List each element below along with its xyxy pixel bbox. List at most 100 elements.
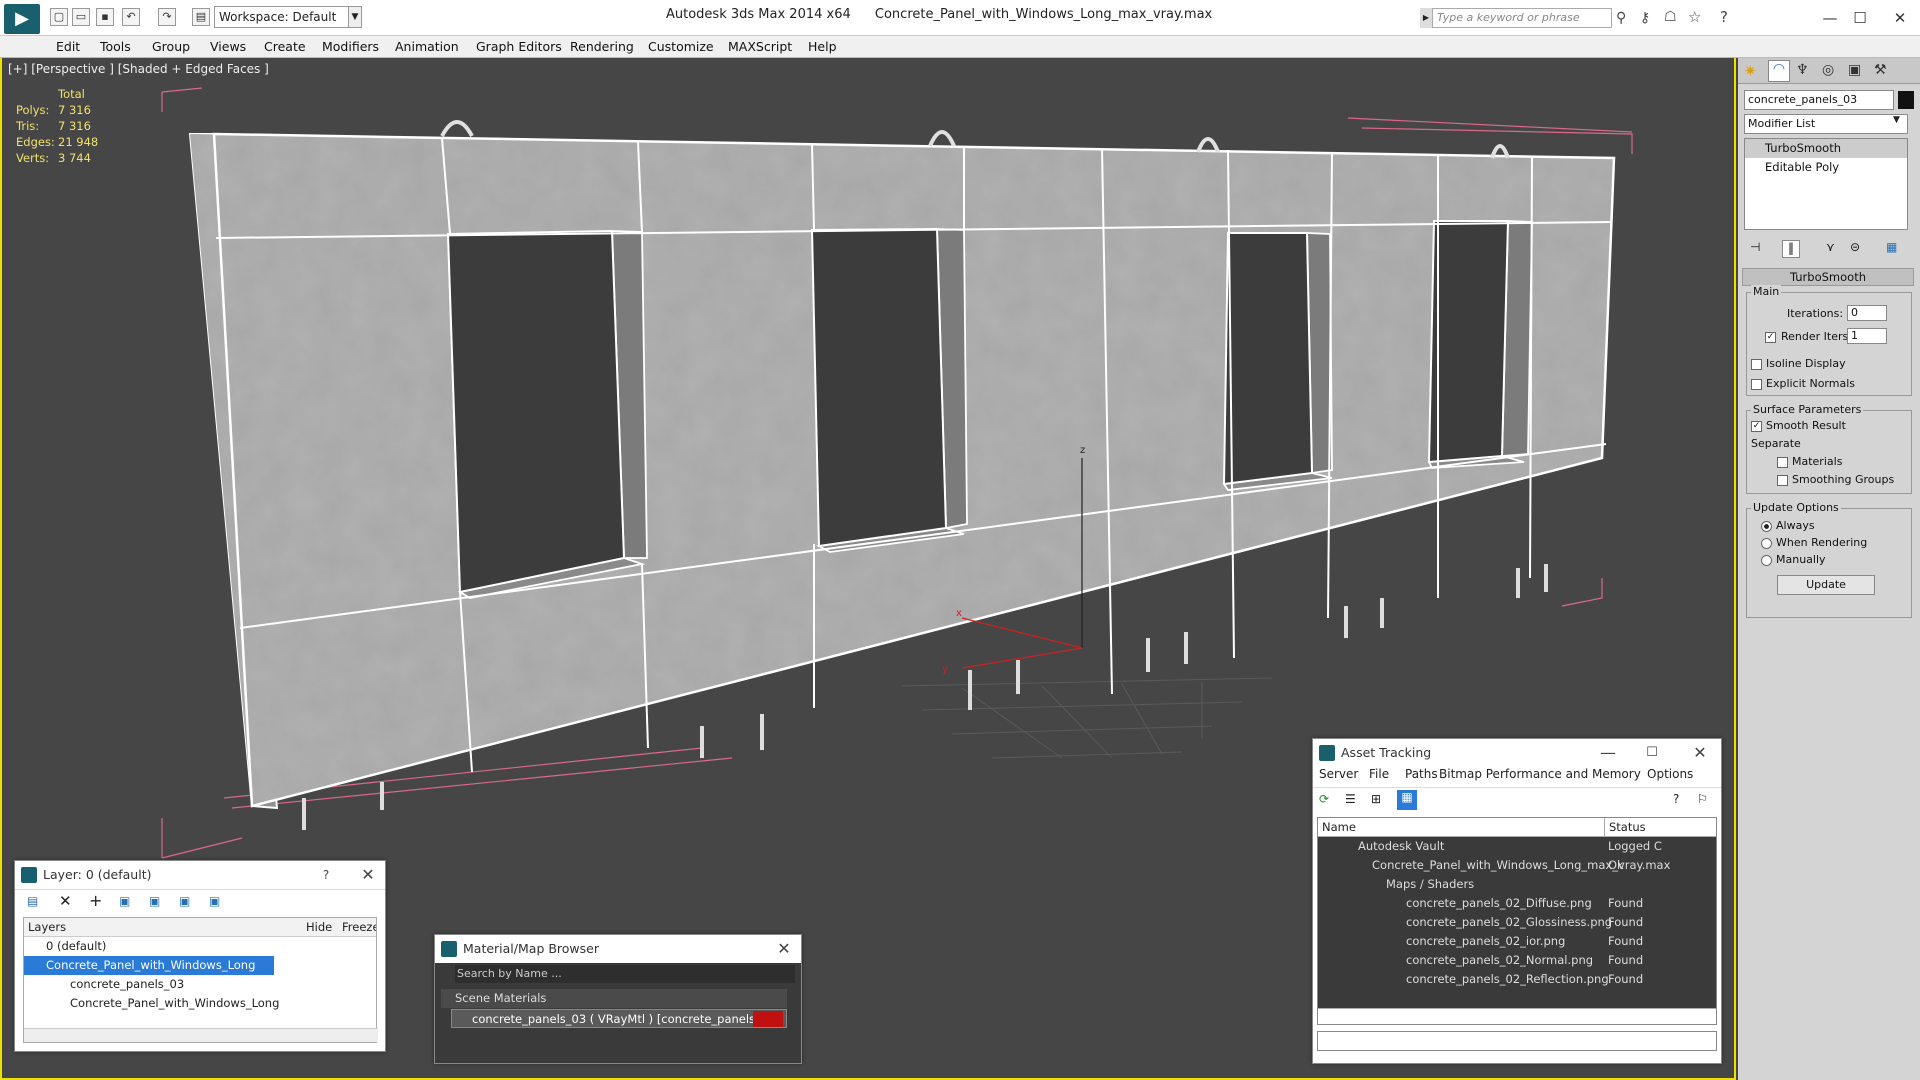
col-name[interactable]: Name <box>1318 820 1356 834</box>
pin-stack-icon[interactable]: ⊣ <box>1750 240 1760 254</box>
scene-materials-section[interactable]: Scene Materials <box>441 989 787 1008</box>
turbosmooth-rollout[interactable]: TurboSmooth <box>1742 268 1914 286</box>
asset-tracking-title[interactable]: Asset Tracking — ☐ ✕ <box>1313 739 1721 767</box>
utilities-tab-icon[interactable]: ⚒ <box>1874 62 1887 78</box>
object-color-swatch[interactable] <box>1898 91 1914 109</box>
manually-radio[interactable] <box>1761 554 1772 566</box>
refresh-icon[interactable]: ⟳ <box>1319 792 1329 806</box>
modifier-stack[interactable]: TurboSmooth Editable Poly <box>1744 138 1908 230</box>
smooth-result-checkbox[interactable]: ✓ <box>1751 420 1762 432</box>
iterations-spinner[interactable]: 0 <box>1847 305 1887 321</box>
list-view-icon[interactable]: ☰ <box>1345 792 1356 806</box>
delete-layer-icon[interactable]: ✕ <box>59 892 72 910</box>
render-iters-spinner[interactable]: 1 <box>1847 328 1887 344</box>
favorites-star-icon[interactable]: ☆ <box>1688 8 1701 26</box>
show-end-result-icon[interactable]: ‖ <box>1782 240 1800 258</box>
asset-menu-file[interactable]: File <box>1369 767 1389 781</box>
communication-icon[interactable]: ☖ <box>1664 9 1677 25</box>
motion-tab-icon[interactable]: ◎ <box>1822 62 1834 78</box>
create-tab-icon[interactable]: ✷ <box>1744 62 1757 80</box>
smoothing-groups-checkbox[interactable] <box>1777 474 1788 486</box>
close-icon[interactable]: ✕ <box>353 861 383 889</box>
asset-row[interactable]: Maps / Shaders <box>1318 875 1716 894</box>
project-icon[interactable]: ▤ <box>192 8 210 26</box>
select-in-layer-icon[interactable]: ▣ <box>119 894 130 908</box>
stack-item-editable-poly[interactable]: Editable Poly <box>1745 158 1907 177</box>
asset-row[interactable]: concrete_panels_02_ior.png Found <box>1318 932 1716 951</box>
workspace-chevron-icon[interactable]: ▼ <box>348 6 362 28</box>
modifier-list-dropdown[interactable]: Modifier List <box>1744 114 1908 134</box>
always-radio[interactable] <box>1761 520 1772 532</box>
close-icon[interactable]: ✕ <box>769 935 799 963</box>
menu-group[interactable]: Group <box>152 39 190 54</box>
col-hide[interactable]: Hide <box>306 918 332 936</box>
highlight-layer-icon[interactable]: ▣ <box>149 894 160 908</box>
new-layer-icon[interactable]: ▤ <box>27 894 38 908</box>
col-layers[interactable]: Layers <box>24 920 66 934</box>
col-freeze[interactable]: Freeze <box>342 918 376 936</box>
layer-dialog-title[interactable]: Layer: 0 (default) ? ✕ <box>15 861 385 889</box>
render-iters-checkbox[interactable]: ✓ <box>1765 332 1776 343</box>
asset-row[interactable]: concrete_panels_02_Reflection.png Found <box>1318 970 1716 989</box>
undo-icon[interactable]: ↶ <box>122 8 140 26</box>
menu-rendering[interactable]: Rendering <box>570 39 634 54</box>
redo-icon[interactable]: ↷ <box>158 8 176 26</box>
material-item[interactable]: concrete_panels_03 ( VRayMtl ) [concrete… <box>451 1009 787 1028</box>
asset-row[interactable]: concrete_panels_02_Glossiness.png Found <box>1318 913 1716 932</box>
layer-row[interactable]: Concrete_Panel_with_Windows_Long <box>24 956 274 975</box>
minimize-icon[interactable]: — <box>1593 739 1623 767</box>
asset-row[interactable]: concrete_panels_02_Diffuse.png Found <box>1318 894 1716 913</box>
viewport-label[interactable]: [+] [Perspective ] [Shaded + Edged Faces… <box>8 62 269 76</box>
asset-row[interactable]: Autodesk Vault Logged C <box>1318 837 1716 856</box>
workspace-dropdown[interactable]: Workspace: Default <box>214 6 354 28</box>
freeze-all-icon[interactable]: ▣ <box>209 894 220 908</box>
stack-item-turbosmooth[interactable]: TurboSmooth <box>1745 139 1907 158</box>
restore-icon[interactable]: ☐ <box>1840 6 1880 30</box>
asset-row[interactable]: concrete_panels_02_Normal.png Found <box>1318 951 1716 970</box>
asset-menu-server[interactable]: Server <box>1319 767 1358 781</box>
asset-row[interactable]: Concrete_Panel_with_Windows_Long_max_vra… <box>1318 856 1716 875</box>
display-tab-icon[interactable]: ▣ <box>1848 62 1861 78</box>
object-name-field[interactable]: concrete_panels_03 <box>1744 90 1894 110</box>
menu-customize[interactable]: Customize <box>648 39 714 54</box>
asset-scrollbar[interactable] <box>1318 1008 1716 1024</box>
binoculars-icon[interactable]: ⚲ <box>1616 10 1626 26</box>
menu-tools[interactable]: Tools <box>100 39 131 54</box>
menu-maxscript[interactable]: MAXScript <box>728 39 792 54</box>
help-icon[interactable]: ? <box>1720 8 1728 26</box>
update-button[interactable]: Update <box>1777 575 1875 595</box>
maximize-icon[interactable]: ☐ <box>1637 739 1667 767</box>
app-logo-icon[interactable]: ▶ <box>4 4 40 34</box>
menu-modifiers[interactable]: Modifiers <box>322 39 379 54</box>
asset-menu-paths[interactable]: Paths <box>1405 767 1438 781</box>
menu-animation[interactable]: Animation <box>395 39 459 54</box>
modifier-list-chevron-icon[interactable]: ▼ <box>1893 115 1900 125</box>
remove-modifier-icon[interactable]: ⊝ <box>1850 240 1860 254</box>
menu-help[interactable]: Help <box>808 39 837 54</box>
asset-menu-bitmap[interactable]: Bitmap Performance and Memory <box>1439 767 1641 781</box>
hierarchy-tab-icon[interactable]: ♆ <box>1796 62 1809 78</box>
explicit-normals-checkbox[interactable] <box>1751 378 1762 390</box>
add-to-layer-icon[interactable]: + <box>89 891 102 910</box>
when-rendering-radio[interactable] <box>1761 537 1772 549</box>
material-search-input[interactable]: Search by Name ... <box>455 965 795 983</box>
modify-tab-icon[interactable]: ◠ <box>1768 60 1790 82</box>
menu-graph-editors[interactable]: Graph Editors <box>476 39 562 54</box>
menu-views[interactable]: Views <box>210 39 246 54</box>
help-button[interactable]: ? <box>311 861 341 889</box>
asset-path-field[interactable] <box>1317 1031 1717 1051</box>
layer-row[interactable]: 0 (default) <box>24 937 376 956</box>
configure-sets-icon[interactable]: ▦ <box>1886 240 1897 254</box>
make-unique-icon[interactable]: ⋎ <box>1826 240 1835 254</box>
save-icon[interactable]: ▪ <box>96 8 114 26</box>
open-file-icon[interactable]: ▭ <box>72 8 90 26</box>
isoline-checkbox[interactable] <box>1751 358 1762 370</box>
pin-icon[interactable]: ⚐ <box>1697 792 1708 806</box>
menu-create[interactable]: Create <box>264 39 306 54</box>
layer-row[interactable]: Concrete_Panel_with_Windows_Long <box>24 994 376 1013</box>
search-expand-icon[interactable]: ▶ <box>1420 8 1432 28</box>
close-icon[interactable]: ✕ <box>1685 739 1715 767</box>
layer-scrollbar[interactable] <box>24 1028 378 1042</box>
new-file-icon[interactable]: ▢ <box>50 8 68 26</box>
menu-edit[interactable]: Edit <box>56 39 80 54</box>
